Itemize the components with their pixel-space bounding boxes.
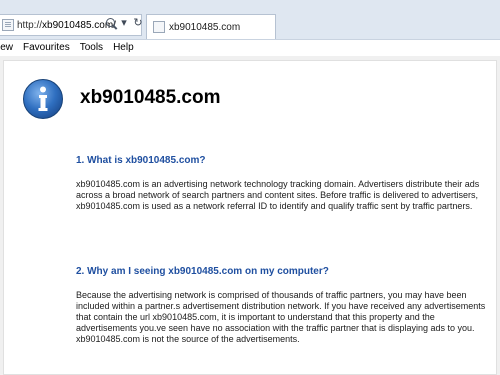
section-body: Because the advertising network is compr…	[76, 290, 486, 345]
menu-view[interactable]: iew	[0, 42, 13, 53]
page-icon	[2, 19, 14, 31]
page-viewport: xb9010485.com 1. What is xb9010485.com? …	[0, 56, 500, 375]
browser-tab[interactable]: xb9010485.com	[146, 14, 276, 39]
menu-help[interactable]: Help	[113, 42, 134, 53]
page-title: xb9010485.com	[80, 87, 221, 108]
section-heading: 2. Why am I seeing xb9010485.com on my c…	[76, 266, 329, 277]
menu-bar: iew Favourites Tools Help	[0, 39, 500, 55]
tab-title: xb9010485.com	[169, 21, 241, 33]
search-icon[interactable]	[106, 18, 115, 27]
dropdown-icon[interactable]: ▾	[119, 16, 129, 29]
section-body: xb9010485.com is an advertising network …	[76, 179, 480, 212]
section-heading: 1. What is xb9010485.com?	[76, 155, 206, 166]
content-panel: xb9010485.com 1. What is xb9010485.com? …	[3, 60, 497, 375]
address-url[interactable]: http://xb9010485.com/	[17, 20, 116, 31]
info-icon	[23, 79, 63, 119]
refresh-icon[interactable]: ↻	[133, 16, 143, 29]
menu-favourites[interactable]: Favourites	[23, 42, 70, 53]
tab-favicon-icon	[153, 21, 165, 33]
address-bar-buttons: ▾ ↻	[106, 16, 143, 29]
menu-tools[interactable]: Tools	[80, 42, 103, 53]
browser-chrome: http://xb9010485.com/ ▾ ↻ xb9010485.com …	[0, 0, 500, 55]
